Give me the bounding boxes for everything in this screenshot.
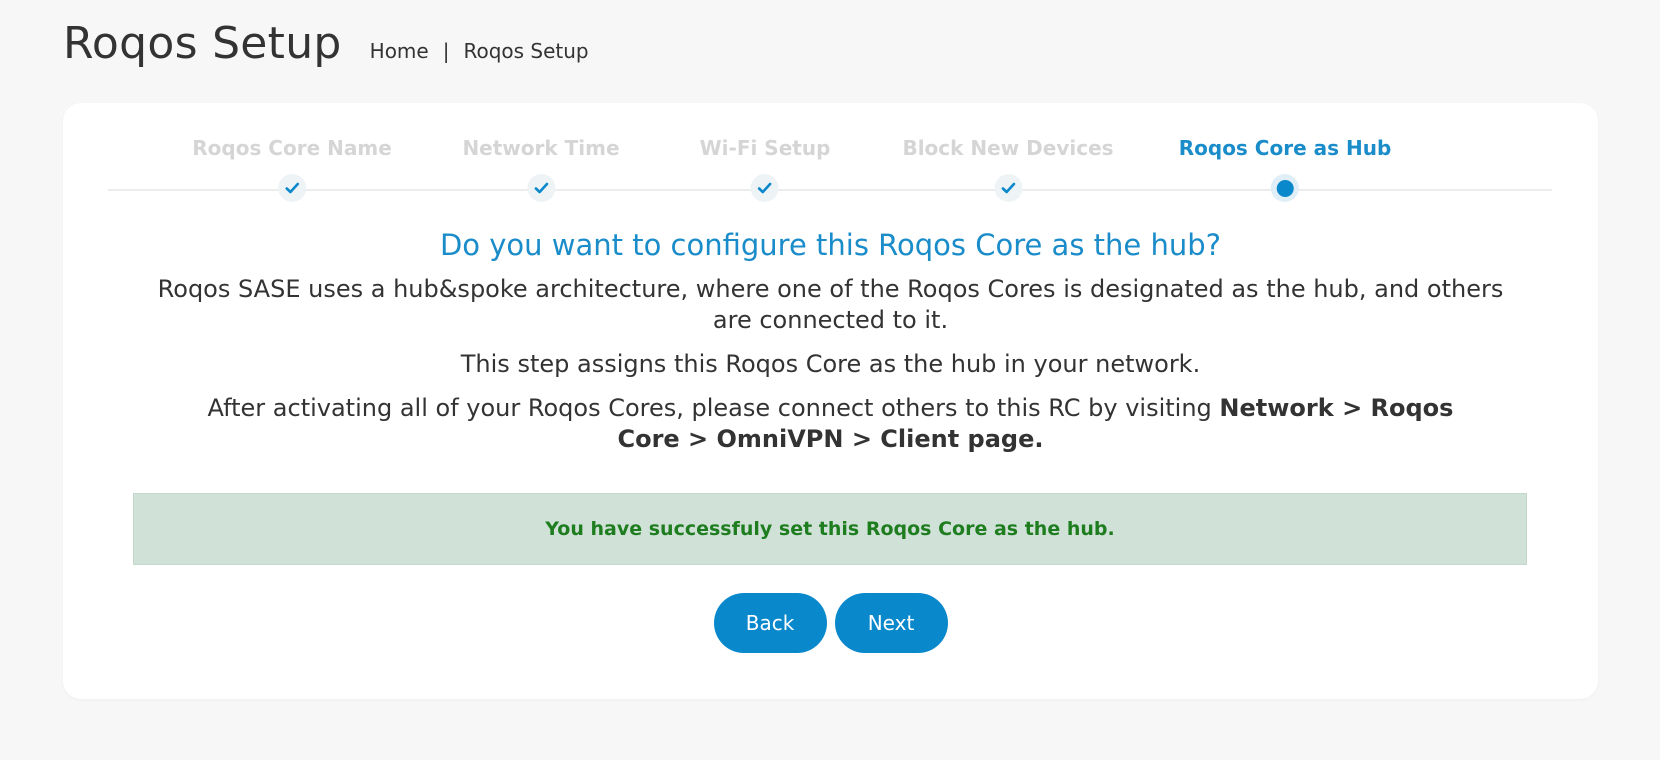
breadcrumb-current: Roqos Setup	[463, 39, 589, 63]
hub-content: Do you want to configure this Roqos Core…	[63, 225, 1598, 455]
step-block-new-devices: Block New Devices	[902, 133, 1114, 202]
check-icon	[994, 174, 1022, 202]
check-icon	[526, 174, 555, 202]
step-label: Block New Devices	[902, 136, 1114, 160]
hub-question: Do you want to configure this Roqos Core…	[439, 228, 1222, 262]
step-info-paragraph: This step assigns this Roqos Core as the…	[460, 350, 1201, 378]
step-network-time: Network Time	[462, 133, 620, 202]
next-button[interactable]: Next	[834, 593, 948, 653]
page-title: Roqos Setup	[63, 18, 342, 69]
navigation-buttons: Back Next	[63, 593, 1598, 653]
description-paragraph: Roqos SASE uses a hub&spoke architecture…	[157, 275, 1504, 334]
step-label: Roqos Core Name	[192, 136, 392, 160]
check-icon	[277, 174, 306, 202]
step-label: Wi-Fi Setup	[699, 136, 831, 160]
breadcrumb-home-link[interactable]: Home	[370, 39, 429, 63]
step-roqos-core-as-hub: Roqos Core as Hub	[1178, 133, 1392, 202]
success-alert: You have successfuly set this Roqos Core…	[133, 493, 1527, 565]
breadcrumb-separator: |	[442, 39, 450, 63]
check-icon	[751, 174, 779, 202]
active-dot-icon	[1271, 174, 1299, 202]
breadcrumb: Home | Roqos Setup	[370, 39, 589, 63]
step-label: Network Time	[462, 136, 620, 160]
step-wifi-setup: Wi-Fi Setup	[699, 133, 831, 202]
instructions-paragraph: After activating all of your Roqos Cores…	[181, 393, 1481, 455]
instructions-text: After activating all of your Roqos Cores…	[207, 394, 1220, 422]
step-roqos-core-name: Roqos Core Name	[192, 133, 392, 202]
back-button[interactable]: Back	[713, 593, 827, 653]
page-header: Roqos Setup Home | Roqos Setup	[63, 18, 589, 69]
setup-stepper: Roqos Core Name Network Time Wi-Fi Setup…	[108, 133, 1552, 203]
step-label: Roqos Core as Hub	[1178, 136, 1392, 160]
setup-card: Roqos Core Name Network Time Wi-Fi Setup…	[63, 103, 1598, 699]
